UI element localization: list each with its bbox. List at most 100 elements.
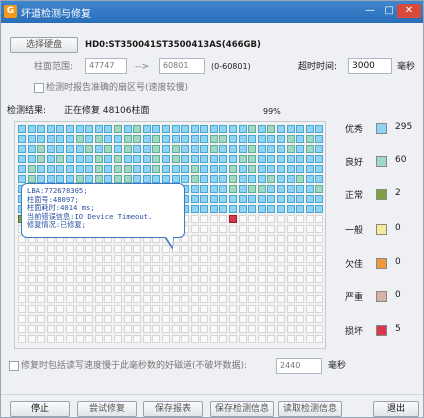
cylinder-cell[interactable] xyxy=(37,325,46,333)
cylinder-cell[interactable] xyxy=(315,215,324,223)
cylinder-cell[interactable] xyxy=(296,285,305,293)
cylinder-cell[interactable] xyxy=(305,265,314,273)
cylinder-cell[interactable] xyxy=(286,205,295,213)
cylinder-cell[interactable] xyxy=(229,165,238,173)
cylinder-cell[interactable] xyxy=(248,335,257,343)
cylinder-cell[interactable] xyxy=(18,175,26,183)
cylinder-cell[interactable] xyxy=(161,175,170,183)
cylinder-cell[interactable] xyxy=(133,305,142,313)
cylinder-cell[interactable] xyxy=(85,295,94,303)
cylinder-cell[interactable] xyxy=(277,165,286,173)
range-end-input[interactable]: 60801 xyxy=(159,58,205,74)
cylinder-cell[interactable] xyxy=(56,285,65,293)
cylinder-cell[interactable] xyxy=(75,275,84,283)
cylinder-cell[interactable] xyxy=(315,335,324,343)
cylinder-cell[interactable] xyxy=(27,245,36,253)
cylinder-cell[interactable] xyxy=(248,285,257,293)
cylinder-cell[interactable] xyxy=(113,155,122,163)
cylinder-cell[interactable] xyxy=(123,305,132,313)
read-info-button[interactable]: 读取检测信息 xyxy=(278,401,342,417)
cylinder-cell[interactable] xyxy=(296,335,305,343)
cylinder-cell[interactable] xyxy=(181,155,190,163)
cylinder-cell[interactable] xyxy=(209,125,218,133)
cylinder-cell[interactable] xyxy=(18,125,26,133)
cylinder-cell[interactable] xyxy=(152,255,161,263)
cylinder-cell[interactable] xyxy=(152,295,161,303)
cylinder-cell[interactable] xyxy=(219,145,228,153)
cylinder-cell[interactable] xyxy=(238,245,247,253)
cylinder-cell[interactable] xyxy=(152,305,161,313)
cylinder-cell[interactable] xyxy=(238,265,247,273)
cylinder-cell[interactable] xyxy=(18,155,26,163)
cylinder-cell[interactable] xyxy=(75,285,84,293)
cylinder-cell[interactable] xyxy=(171,145,180,153)
cylinder-cell[interactable] xyxy=(267,215,276,223)
cylinder-cell[interactable] xyxy=(248,195,257,203)
cylinder-cell[interactable] xyxy=(94,295,103,303)
cylinder-cell[interactable] xyxy=(200,215,209,223)
cylinder-cell[interactable] xyxy=(104,285,113,293)
cylinder-cell[interactable] xyxy=(257,165,266,173)
cylinder-cell[interactable] xyxy=(305,275,314,283)
cylinder-cell[interactable] xyxy=(113,135,122,143)
cylinder-cell[interactable] xyxy=(296,225,305,233)
cylinder-cell[interactable] xyxy=(305,305,314,313)
cylinder-cell[interactable] xyxy=(296,295,305,303)
cylinder-cell[interactable] xyxy=(94,135,103,143)
cylinder-cell[interactable] xyxy=(315,255,324,263)
cylinder-cell[interactable] xyxy=(286,275,295,283)
cylinder-cell[interactable] xyxy=(257,335,266,343)
cylinder-cell[interactable] xyxy=(229,235,238,243)
cylinder-cell[interactable] xyxy=(65,315,74,323)
cylinder-cell[interactable] xyxy=(46,245,55,253)
cylinder-cell[interactable] xyxy=(267,285,276,293)
cylinder-cell[interactable] xyxy=(229,185,238,193)
cylinder-cell[interactable] xyxy=(286,145,295,153)
cylinder-cell[interactable] xyxy=(219,305,228,313)
cylinder-cell[interactable] xyxy=(113,295,122,303)
cylinder-cell[interactable] xyxy=(142,275,151,283)
cylinder-cell[interactable] xyxy=(209,165,218,173)
cylinder-cell[interactable] xyxy=(305,325,314,333)
cylinder-cell[interactable] xyxy=(305,335,314,343)
maximize-icon[interactable]: □ xyxy=(381,4,397,18)
cylinder-cell[interactable] xyxy=(65,245,74,253)
cylinder-cell[interactable] xyxy=(65,305,74,313)
cylinder-cell[interactable] xyxy=(85,335,94,343)
cylinder-cell[interactable] xyxy=(27,125,36,133)
cylinder-cell[interactable] xyxy=(315,305,324,313)
cylinder-cell[interactable] xyxy=(37,285,46,293)
cylinder-cell[interactable] xyxy=(104,125,113,133)
cylinder-cell[interactable] xyxy=(200,325,209,333)
cylinder-cell[interactable] xyxy=(305,255,314,263)
cylinder-cell[interactable] xyxy=(56,335,65,343)
cylinder-cell[interactable] xyxy=(133,275,142,283)
cylinder-cell[interactable] xyxy=(305,285,314,293)
cylinder-cell[interactable] xyxy=(123,255,132,263)
cylinder-cell[interactable] xyxy=(190,285,199,293)
cylinder-cell[interactable] xyxy=(257,205,266,213)
cylinder-cell[interactable] xyxy=(200,335,209,343)
cylinder-cell[interactable] xyxy=(257,255,266,263)
cylinder-cell[interactable] xyxy=(296,205,305,213)
cylinder-cell[interactable] xyxy=(27,145,36,153)
cylinder-cell[interactable] xyxy=(142,245,151,253)
cylinder-cell[interactable] xyxy=(46,285,55,293)
cylinder-cell[interactable] xyxy=(161,265,170,273)
cylinder-cell[interactable] xyxy=(286,135,295,143)
cylinder-cell[interactable] xyxy=(296,265,305,273)
cylinder-cell[interactable] xyxy=(238,145,247,153)
cylinder-cell[interactable] xyxy=(248,245,257,253)
cylinder-cell[interactable] xyxy=(305,175,314,183)
cylinder-cell[interactable] xyxy=(123,155,132,163)
cylinder-cell[interactable] xyxy=(94,245,103,253)
cylinder-cell[interactable] xyxy=(161,335,170,343)
cylinder-cell[interactable] xyxy=(18,145,26,153)
repair-slow-checkbox[interactable] xyxy=(9,361,19,371)
cylinder-cell[interactable] xyxy=(152,285,161,293)
cylinder-cell[interactable] xyxy=(305,195,314,203)
cylinder-cell[interactable] xyxy=(219,225,228,233)
cylinder-cell[interactable] xyxy=(161,275,170,283)
cylinder-cell[interactable] xyxy=(94,255,103,263)
cylinder-cell[interactable] xyxy=(46,335,55,343)
